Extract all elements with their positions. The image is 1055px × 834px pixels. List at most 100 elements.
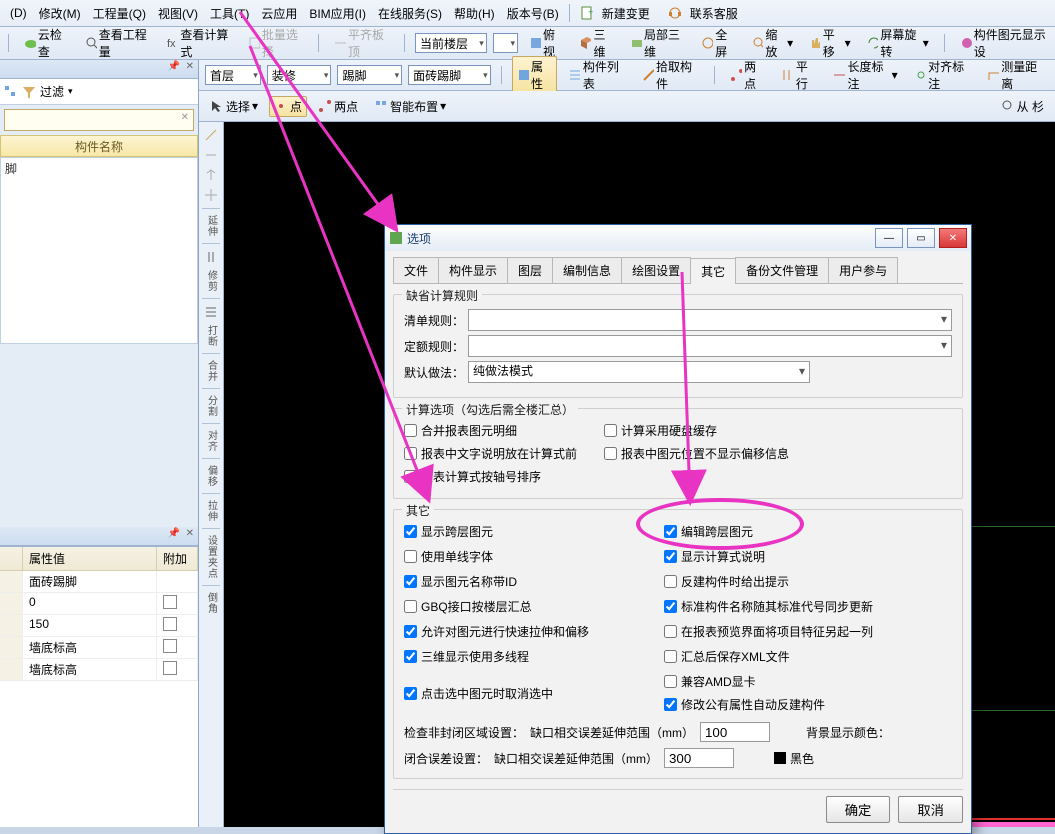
bg-color-select[interactable]: 黑色 [770, 750, 900, 767]
view-expr-button[interactable]: fx查看计算式 [161, 24, 237, 62]
view-qty-button[interactable]: 查看工程量 [80, 24, 156, 62]
menu-d[interactable]: (D) [4, 6, 33, 20]
offset-tool[interactable]: 偏移 [204, 465, 219, 487]
menu-tools[interactable]: 工具(T) [204, 5, 255, 22]
filter-label[interactable]: 过滤 [40, 83, 64, 100]
chk-single-line-font[interactable]: 使用单线字体 [404, 548, 664, 565]
pick-component-button[interactable]: 拾取构件 [637, 56, 704, 94]
maximize-button[interactable]: ▭ [907, 228, 935, 248]
checkbox[interactable] [163, 595, 177, 609]
table-row[interactable]: 0 [0, 593, 198, 615]
quota-rule-select[interactable] [468, 335, 952, 357]
point-draw-button[interactable]: 点 [269, 96, 307, 117]
tab-file[interactable]: 文件 [393, 257, 439, 283]
attributes-button[interactable]: 属性 [512, 56, 558, 94]
close-icon[interactable]: ✕ [186, 61, 194, 72]
chk-merge-report[interactable]: 合并报表图元明细 [404, 422, 584, 439]
menu-online[interactable]: 在线服务(S) [372, 5, 448, 22]
current-floor-select[interactable]: 当前楼层 [415, 33, 487, 53]
pin-icon[interactable]: 📌 [168, 528, 180, 539]
chk-text-before-expr[interactable]: 报表中文字说明放在计算式前 [404, 445, 584, 462]
chk-3d-multithread[interactable]: 三维显示使用多线程 [404, 648, 664, 665]
checkbox[interactable] [163, 639, 177, 653]
chk-quick-stretch[interactable]: 允许对图元进行快速拉伸和偏移 [404, 623, 664, 640]
tab-layer[interactable]: 图层 [507, 257, 553, 283]
tree-icon[interactable] [4, 85, 18, 99]
stretch-tool[interactable]: 拉伸 [204, 500, 219, 522]
line-icon[interactable] [204, 148, 218, 162]
funnel-icon[interactable] [22, 85, 36, 99]
category-select[interactable]: 装修 [267, 65, 332, 85]
close-icon[interactable]: ✕ [186, 528, 194, 539]
list-item[interactable]: 脚 [5, 160, 193, 177]
chk-auto-reverse-build[interactable]: 修改公有属性自动反建构件 [664, 696, 844, 713]
chk-disk-cache[interactable]: 计算采用硬盘缓存 [604, 422, 784, 439]
cloud-check-button[interactable]: 云检查 [19, 24, 74, 62]
chk-click-deselect[interactable]: 点击选中图元时取消选中 [404, 673, 664, 713]
chk-gbq-by-floor[interactable]: GBQ接口按楼层汇总 [404, 598, 664, 615]
floor-select[interactable]: 首层 [205, 65, 261, 85]
tab-draw-settings[interactable]: 绘图设置 [621, 257, 691, 283]
minimize-button[interactable]: — [875, 228, 903, 248]
smart-layout-button[interactable]: 智能布置 ▾ [369, 96, 451, 117]
pointer-button[interactable]: 选择 ▾ [205, 96, 263, 117]
list-rule-select[interactable] [468, 309, 952, 331]
menu-help[interactable]: 帮助(H) [448, 5, 501, 22]
table-row[interactable]: 150 [0, 615, 198, 637]
mirror-icon[interactable] [204, 168, 218, 182]
break-icon[interactable] [204, 305, 218, 319]
type-select[interactable]: 踢脚 [337, 65, 402, 85]
measure-button[interactable]: 测量距离 [982, 56, 1049, 94]
two-point-button[interactable]: 两点 [725, 56, 771, 94]
menu-cloud[interactable]: 云应用 [255, 5, 303, 22]
chk-sort-by-axis[interactable]: 报表计算式按轴号排序 [404, 468, 584, 485]
length-label-button[interactable]: 长度标注 ▾ [828, 56, 902, 94]
menu-ver[interactable]: 版本号(B) [501, 5, 565, 22]
gap2-range-input[interactable] [664, 748, 734, 768]
close-button[interactable]: ✕ [939, 228, 967, 248]
dialog-titlebar[interactable]: 选项 — ▭ ✕ [385, 225, 971, 251]
menu-qty[interactable]: 工程量(Q) [87, 5, 152, 22]
move-icon[interactable] [204, 188, 218, 202]
extend-tool[interactable]: 延伸 [204, 215, 219, 237]
chk-show-crosslayer[interactable]: 显示跨层图元 [404, 523, 664, 540]
menu-view[interactable]: 视图(V) [152, 5, 204, 22]
trim-icon[interactable] [204, 250, 218, 264]
grip-tool[interactable]: 设置夹点 [204, 535, 219, 579]
chk-show-name-id[interactable]: 显示图元名称带ID [404, 573, 664, 590]
tab-component-display[interactable]: 构件显示 [438, 257, 508, 283]
default-method-select[interactable]: 纯做法模式 [468, 361, 810, 383]
table-row[interactable]: 墙底标高 [0, 659, 198, 681]
chk-show-expr-desc[interactable]: 显示计算式说明 [664, 548, 952, 565]
chk-save-xml[interactable]: 汇总后保存XML文件 [664, 648, 952, 665]
checkbox[interactable] [163, 661, 177, 675]
table-row[interactable]: 墙底标高 [0, 637, 198, 659]
checkbox[interactable] [163, 617, 177, 631]
component-list[interactable]: 脚 [0, 157, 198, 344]
pin-icon[interactable]: 📌 [168, 61, 180, 72]
chk-std-name-sync[interactable]: 标准构件名称随其标准代号同步更新 [664, 598, 952, 615]
pencil-icon[interactable] [204, 128, 218, 142]
subtype-select[interactable]: 面砖踢脚 [408, 65, 491, 85]
menu-bim[interactable]: BIM应用(I) [303, 5, 372, 22]
from-component-button[interactable]: 从 杉 [996, 96, 1049, 117]
chk-amd[interactable]: 兼容AMD显卡 [664, 673, 774, 690]
parallel-button[interactable]: 平行 [776, 56, 822, 94]
tab-compile-info[interactable]: 编制信息 [552, 257, 622, 283]
tab-backup[interactable]: 备份文件管理 [735, 257, 829, 283]
align-tool[interactable]: 对齐 [204, 430, 219, 452]
search-input[interactable] [4, 109, 194, 131]
menu-modify[interactable]: 修改(M) [33, 5, 87, 22]
contact-support-button[interactable]: 联系客服 [662, 5, 750, 22]
new-change-button[interactable]: +新建变更 [574, 5, 662, 22]
break-tool[interactable]: 打断 [204, 325, 219, 347]
chk-reverse-build-hint[interactable]: 反建构件时给出提示 [664, 573, 952, 590]
split-tool[interactable]: 分割 [204, 395, 219, 417]
twopoint-draw-button[interactable]: 两点 [313, 96, 363, 117]
chk-hide-offset[interactable]: 报表中图元位置不显示偏移信息 [604, 445, 789, 462]
table-row[interactable]: 面砖踢脚 [0, 571, 198, 593]
floor-history-dd[interactable] [493, 33, 518, 53]
component-list-button[interactable]: 构件列表 [563, 56, 630, 94]
gap-range-input[interactable] [700, 722, 770, 742]
merge-tool[interactable]: 合并 [204, 360, 219, 382]
